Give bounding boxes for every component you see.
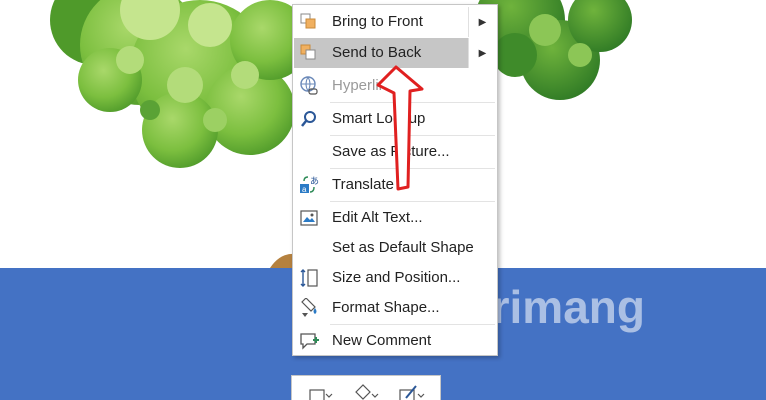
menu-item-new-comment[interactable]: New Comment [294, 326, 496, 356]
menu-item-label: Size and Position... [332, 269, 461, 286]
bring-to-front-icon [299, 12, 319, 32]
submenu-arrow-icon[interactable]: ▶ [468, 7, 496, 37]
mini-toolbar [291, 375, 441, 400]
translate-icon: aあ [299, 175, 319, 195]
menu-item-label: New Comment [332, 332, 432, 349]
menu-item-label: Edit Alt Text... [332, 209, 423, 226]
size-position-icon [299, 268, 319, 288]
comment-icon [299, 331, 319, 351]
menu-item-format-shape[interactable]: Format Shape... [294, 293, 496, 323]
red-arrow-annotation [376, 65, 424, 191]
menu-item-label: Send to Back [332, 44, 422, 61]
menu-item-edit-alt-text[interactable]: Edit Alt Text... [294, 203, 496, 233]
alt-text-icon [299, 208, 319, 228]
shape-style-icon[interactable] [308, 384, 336, 400]
menu-separator [330, 324, 495, 325]
shape-fill-icon[interactable] [352, 384, 380, 400]
menu-item-send-to-back[interactable]: Send to Back ▶ [294, 38, 496, 68]
menu-item-label: Bring to Front [332, 13, 423, 30]
format-shape-icon [299, 298, 319, 318]
menu-item-label: Set as Default Shape [332, 239, 474, 256]
shape-outline-icon[interactable] [398, 384, 426, 400]
menu-separator [330, 201, 495, 202]
submenu-arrow-icon[interactable]: ▶ [468, 38, 496, 68]
smart-lookup-icon [299, 109, 319, 129]
menu-item-bring-to-front[interactable]: Bring to Front ▶ [294, 7, 496, 37]
svg-text:あ: あ [310, 176, 319, 186]
send-to-back-icon [299, 43, 319, 63]
hyperlink-icon [299, 76, 319, 96]
menu-item-label: Format Shape... [332, 299, 440, 316]
menu-item-size-and-position[interactable]: Size and Position... [294, 263, 496, 293]
svg-text:a: a [302, 185, 307, 194]
menu-item-set-as-default-shape[interactable]: Set as Default Shape [294, 233, 496, 263]
slide-canvas: uantrimang Bring to Front ▶ Send to Back… [0, 0, 766, 400]
